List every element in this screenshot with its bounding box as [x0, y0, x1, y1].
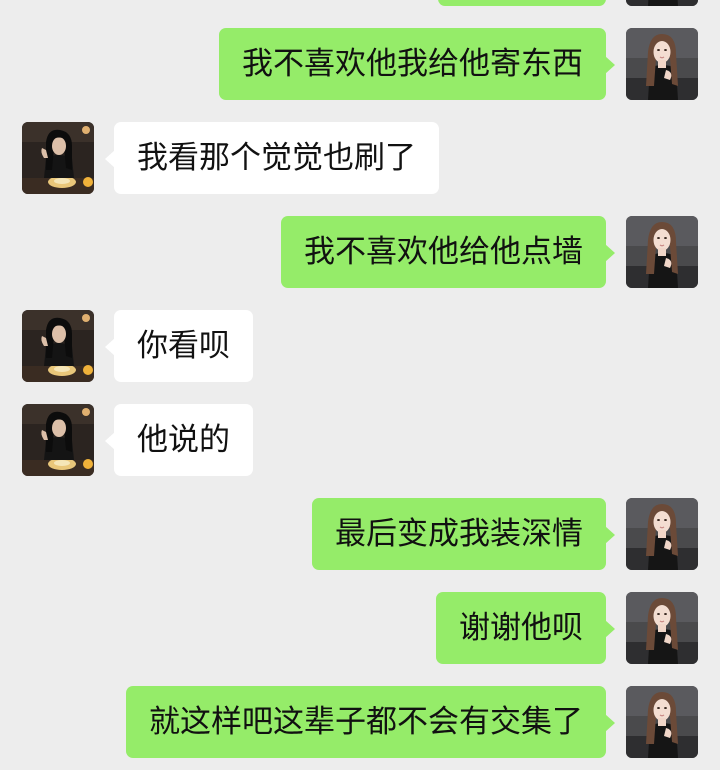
contact-avatar-icon[interactable] [22, 310, 94, 382]
message-bubble-received[interactable]: 他说的 [105, 404, 253, 476]
message-row-sent: 最后变成我装深情 [0, 498, 720, 570]
message-bubble-sent[interactable]: 我不喜欢他我给他寄东西 [219, 28, 615, 100]
message-row-sent: 我不喜欢他我给他寄东西 [0, 28, 720, 100]
self-avatar-icon[interactable] [626, 686, 698, 758]
message-text: 就这样吧这辈子都不会有交集了 [149, 704, 583, 740]
message-text: 最后变成我装深情 [335, 516, 583, 552]
message-text: 他说的 [137, 422, 230, 458]
chat-message-list[interactable]: 我不喜欢他我给他寄东西 我看那个觉觉也刷了 我不喜欢他给他点墙 你看呗 他说的 … [0, 0, 720, 770]
contact-avatar-icon[interactable] [22, 122, 94, 194]
message-row-sent [0, 0, 720, 6]
message-text: 你看呗 [137, 328, 230, 364]
message-bubble-sent[interactable]: 就这样吧这辈子都不会有交集了 [126, 686, 615, 758]
message-bubble-sent[interactable]: 最后变成我装深情 [312, 498, 615, 570]
message-bubble-sent[interactable]: 我不喜欢他给他点墙 [281, 216, 615, 288]
message-text: 我不喜欢他给他点墙 [304, 234, 583, 270]
message-text: 我不喜欢他我给他寄东西 [242, 46, 583, 82]
self-avatar-icon[interactable] [626, 28, 698, 100]
message-bubble-received[interactable]: 我看那个觉觉也刷了 [105, 122, 439, 194]
self-avatar-icon[interactable] [626, 592, 698, 664]
message-text: 谢谢他呗 [459, 610, 583, 646]
self-avatar-icon[interactable] [626, 0, 698, 6]
contact-avatar-icon[interactable] [22, 404, 94, 476]
message-bubble-sent[interactable] [438, 0, 606, 6]
message-bubble-sent[interactable]: 谢谢他呗 [436, 592, 615, 664]
self-avatar-icon[interactable] [626, 498, 698, 570]
message-row-sent: 就这样吧这辈子都不会有交集了 [0, 686, 720, 758]
self-avatar-icon[interactable] [626, 216, 698, 288]
message-row-received: 我看那个觉觉也刷了 [0, 122, 720, 194]
message-bubble-received[interactable]: 你看呗 [105, 310, 253, 382]
message-row-sent: 我不喜欢他给他点墙 [0, 216, 720, 288]
message-row-received: 你看呗 [0, 310, 720, 382]
message-text: 我看那个觉觉也刷了 [137, 140, 416, 176]
message-row-sent: 谢谢他呗 [0, 592, 720, 664]
message-row-received: 他说的 [0, 404, 720, 476]
